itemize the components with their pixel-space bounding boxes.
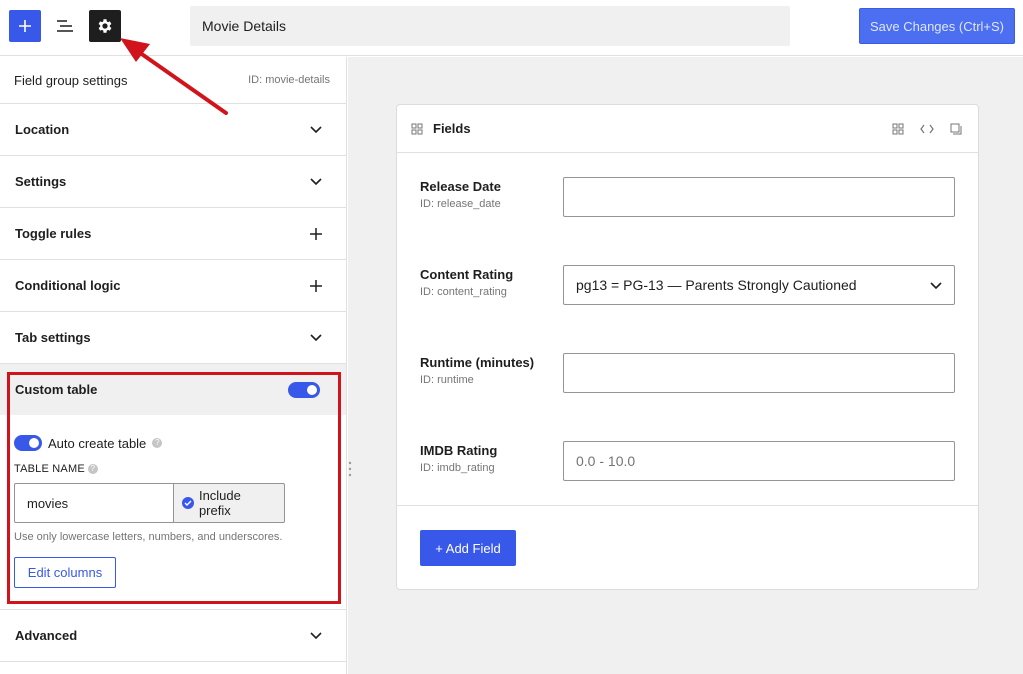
chevron-down-icon xyxy=(930,277,942,293)
panel-label: Toggle rules xyxy=(15,226,92,241)
plus-icon xyxy=(308,226,324,242)
fields-card-footer: + Add Field xyxy=(397,505,978,589)
content-rating-select[interactable]: pg13 = PG-13 — Parents Strongly Cautione… xyxy=(563,265,955,305)
include-prefix-checkbox[interactable]: Include prefix xyxy=(173,483,285,523)
release-date-input[interactable] xyxy=(563,177,955,217)
fields-card-header: Fields xyxy=(397,105,978,153)
field-group-id: ID: movie-details xyxy=(248,74,330,86)
fields-card-title: Fields xyxy=(433,121,471,136)
copy-icon[interactable] xyxy=(950,123,962,135)
custom-table-toggle[interactable] xyxy=(288,381,320,398)
add-button[interactable] xyxy=(9,10,41,42)
imdb-rating-input[interactable]: 0.0 - 10.0 xyxy=(563,441,955,481)
field-content-rating: Content Rating ID: content_rating xyxy=(420,267,513,298)
panel-custom-table: Custom table Auto create table ? TABLE N… xyxy=(0,364,346,610)
table-name-label: TABLE NAME xyxy=(14,463,85,475)
sidebar-title: Field group settings xyxy=(14,72,128,88)
field-id: ID: runtime xyxy=(420,374,474,386)
panel-toggle-rules[interactable]: Toggle rules xyxy=(0,208,346,260)
panel-label: Location xyxy=(15,122,70,137)
panel-label: Settings xyxy=(15,174,67,189)
panel-location[interactable]: Location xyxy=(0,104,346,156)
gear-icon xyxy=(98,19,112,33)
save-changes-button[interactable]: Save Changes (Ctrl+S) xyxy=(859,8,1015,44)
field-label: Runtime (minutes) xyxy=(420,355,535,370)
panel-conditional-logic[interactable]: Conditional logic xyxy=(0,260,346,312)
sidebar-header: Field group settings ID: movie-details xyxy=(0,57,346,104)
include-prefix-label: Include prefix xyxy=(198,488,241,518)
settings-button[interactable] xyxy=(89,10,121,42)
table-name-input[interactable]: movies xyxy=(14,483,173,523)
field-label: Content Rating xyxy=(420,267,514,282)
plus-icon xyxy=(308,278,324,294)
chevron-down-icon xyxy=(308,122,324,138)
list-view-icon xyxy=(57,20,73,32)
edit-columns-button[interactable]: Edit columns xyxy=(14,557,116,588)
field-imdb-rating: IMDB Rating ID: imdb_rating xyxy=(420,443,497,474)
field-id: ID: content_rating xyxy=(420,286,507,298)
custom-table-header[interactable]: Custom table xyxy=(0,364,346,415)
fields-card: Fields Release Date ID: release_date Con… xyxy=(396,104,979,590)
panel-settings[interactable]: Settings xyxy=(0,156,346,208)
top-toolbar: Movie Details Save Changes (Ctrl+S) xyxy=(0,0,1023,56)
panel-advanced[interactable]: Advanced xyxy=(0,610,346,662)
auto-create-table-toggle[interactable] xyxy=(14,435,42,451)
list-view-button[interactable] xyxy=(49,10,81,42)
panel-label: Custom table xyxy=(15,382,98,397)
checkmark-icon xyxy=(182,497,194,509)
chevron-down-icon xyxy=(308,628,324,644)
settings-sidebar: Field group settings ID: movie-details L… xyxy=(0,57,347,674)
field-runtime: Runtime (minutes) ID: runtime xyxy=(420,355,534,386)
field-id: ID: release_date xyxy=(420,198,501,210)
selected-option: pg13 = PG-13 — Parents Strongly Cautione… xyxy=(576,277,857,293)
grid-view-icon[interactable] xyxy=(892,123,904,135)
code-icon[interactable] xyxy=(920,124,934,134)
grid-icon xyxy=(411,123,423,134)
field-label: IMDB Rating xyxy=(420,443,498,458)
help-icon[interactable]: ? xyxy=(152,438,163,448)
auto-create-table-label: Auto create table xyxy=(48,435,147,451)
help-icon[interactable]: ? xyxy=(87,464,98,474)
panel-tab-settings[interactable]: Tab settings xyxy=(0,312,346,364)
chevron-down-icon xyxy=(308,174,324,190)
field-id: ID: imdb_rating xyxy=(420,462,495,474)
resize-handle-icon[interactable] xyxy=(348,460,352,478)
panel-label: Advanced xyxy=(15,628,78,643)
field-group-title-input[interactable]: Movie Details xyxy=(190,6,790,46)
runtime-input[interactable] xyxy=(563,353,955,393)
panel-label: Tab settings xyxy=(15,330,91,345)
field-release-date: Release Date ID: release_date xyxy=(420,179,501,210)
field-label: Release Date xyxy=(420,179,501,194)
chevron-down-icon xyxy=(308,330,324,346)
plus-icon xyxy=(19,20,31,32)
table-name-hint: Use only lowercase letters, numbers, and… xyxy=(14,531,283,543)
panel-label: Conditional logic xyxy=(15,278,121,293)
add-field-button[interactable]: + Add Field xyxy=(420,530,516,566)
